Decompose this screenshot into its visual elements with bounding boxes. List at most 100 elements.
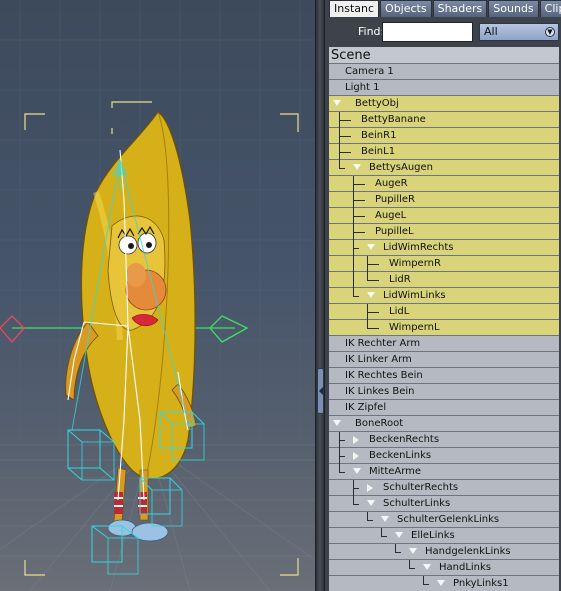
tree-row[interactable]: WimpernL	[329, 320, 559, 336]
tab-shaders[interactable]: Shaders	[432, 0, 488, 17]
tree-row[interactable]: SchulterLinks	[329, 496, 559, 512]
chevron-down-icon: ▼	[545, 27, 555, 37]
tree-row-label: SchulterRechts	[383, 482, 459, 493]
triangle-down-icon[interactable]	[353, 468, 361, 474]
tree-row[interactable]: BoneRoot	[329, 416, 559, 432]
tree-row-label: IK Linkes Bein	[345, 386, 415, 397]
tree-row-label: LidR	[389, 274, 411, 285]
tree-row-label: ElleLinks	[411, 530, 455, 541]
tree-row[interactable]: LidR	[329, 272, 559, 288]
tree-branch-line	[353, 488, 359, 489]
tree-guide-line	[339, 160, 340, 168]
tree-guide-line	[353, 256, 354, 272]
tree-row[interactable]: PupilleR	[329, 192, 559, 208]
tree-row[interactable]: PupilleL	[329, 224, 559, 240]
tree-row[interactable]: IK Linkes Bein	[329, 384, 559, 400]
tree-row[interactable]: IK Linker Arm	[329, 352, 559, 368]
tab-sounds[interactable]: Sounds	[488, 0, 539, 17]
tree-branch-line	[339, 120, 351, 121]
tree-row[interactable]: BeinR1	[329, 128, 559, 144]
tree-row-label: IK Zipfel	[345, 402, 387, 413]
tree-row-label: PupilleR	[375, 194, 415, 205]
tree-branch-line	[381, 536, 387, 537]
tree-row[interactable]: Camera 1	[329, 64, 559, 80]
tab-instances[interactable]: Instanc	[329, 0, 380, 17]
tree-row-label: HandgelenkLinks	[425, 546, 511, 557]
tree-row[interactable]: SchulterRechts	[329, 480, 559, 496]
tree-row-label: LidWimRechts	[383, 242, 454, 253]
tree-row[interactable]: BeckenRechts	[329, 432, 559, 448]
tree-row[interactable]: BettyBanane	[329, 112, 559, 128]
tree-row[interactable]: LidL	[329, 304, 559, 320]
tree-branch-line	[339, 456, 345, 457]
find-label: Find:	[358, 25, 385, 38]
triangle-down-icon[interactable]	[395, 532, 403, 538]
tree-row-label: BeinR1	[361, 130, 397, 141]
tree-guide-line	[367, 512, 368, 520]
triangle-down-icon[interactable]	[437, 580, 445, 586]
tree-row[interactable]: WimpernR	[329, 256, 559, 272]
tree-branch-line	[353, 216, 365, 217]
viewport-scene	[0, 0, 315, 591]
tree-row[interactable]: IK Zipfel	[329, 400, 559, 416]
tree-row[interactable]: Light 1	[329, 80, 559, 96]
tree-row[interactable]: HandLinks	[329, 560, 559, 576]
tree-branch-line	[367, 312, 379, 313]
tree-guide-line	[409, 560, 410, 568]
tree-branch-line	[367, 280, 379, 281]
tree-branch-line	[367, 264, 379, 265]
tab-objects[interactable]: Objects	[380, 0, 432, 17]
panel-splitter[interactable]	[315, 0, 325, 591]
triangle-down-icon[interactable]	[367, 244, 375, 250]
tree-row[interactable]: SchulterGelenkLinks	[329, 512, 559, 528]
tree-row[interactable]: BeinL1	[329, 144, 559, 160]
collapse-arrow-icon[interactable]	[317, 368, 324, 414]
find-input[interactable]	[382, 22, 473, 42]
tree-row[interactable]: IK Rechtes Bein	[329, 368, 559, 384]
tree-row[interactable]: AugeL	[329, 208, 559, 224]
tree-row[interactable]: BettysAugen	[329, 160, 559, 176]
filter-select[interactable]: All ▼	[479, 23, 559, 41]
tree-row-label: IK Rechtes Bein	[345, 370, 423, 381]
triangle-right-icon[interactable]	[353, 436, 359, 444]
tree-row[interactable]: LidWimRechts	[329, 240, 559, 256]
triangle-down-icon[interactable]	[367, 500, 375, 506]
tree-row[interactable]: LidWimLinks	[329, 288, 559, 304]
tree-row[interactable]: AugeR	[329, 176, 559, 192]
tree-row[interactable]: ElleLinks	[329, 528, 559, 544]
tree-row-label: BettyObj	[355, 98, 399, 109]
tree-row-label: AugeL	[375, 210, 407, 221]
triangle-down-icon[interactable]	[353, 164, 361, 170]
tree-row[interactable]: BettyObj	[329, 96, 559, 112]
tree-guide-line	[367, 272, 368, 280]
tree-branch-line	[353, 200, 365, 201]
tree-row[interactable]: IK Rechter Arm	[329, 336, 559, 352]
tree-row-label: BettysAugen	[369, 162, 433, 173]
3d-viewport[interactable]	[0, 0, 315, 591]
tab-clips[interactable]: Clips	[539, 0, 561, 17]
scene-header[interactable]: Scene	[329, 47, 559, 64]
tree-row[interactable]: HandgelenkLinks	[329, 544, 559, 560]
triangle-down-icon[interactable]	[381, 516, 389, 522]
triangle-down-icon[interactable]	[423, 564, 431, 570]
tree-row[interactable]: MitteArme	[329, 464, 559, 480]
tree-branch-line	[353, 232, 365, 233]
tree-row-label: LidL	[389, 306, 410, 317]
tree-row[interactable]: PnkyLinks1	[329, 576, 559, 591]
triangle-right-icon[interactable]	[367, 484, 373, 492]
tree-branch-line	[339, 440, 345, 441]
tree-branch-line	[353, 184, 365, 185]
triangle-right-icon[interactable]	[353, 452, 359, 460]
tree-branch-line	[353, 296, 359, 297]
triangle-down-icon[interactable]	[333, 100, 341, 106]
tree-row-label: AugeR	[375, 178, 408, 189]
banana-character[interactable]	[65, 111, 197, 542]
triangle-down-icon[interactable]	[367, 292, 375, 298]
triangle-down-icon[interactable]	[409, 548, 417, 554]
tree-row[interactable]: BeckenLinks	[329, 448, 559, 464]
triangle-down-icon[interactable]	[333, 420, 341, 426]
tree-guide-line	[395, 544, 396, 552]
tree-row-label: PupilleL	[375, 226, 414, 237]
tree-guide-line	[353, 272, 354, 288]
tree-row-label: WimpernR	[389, 258, 441, 269]
